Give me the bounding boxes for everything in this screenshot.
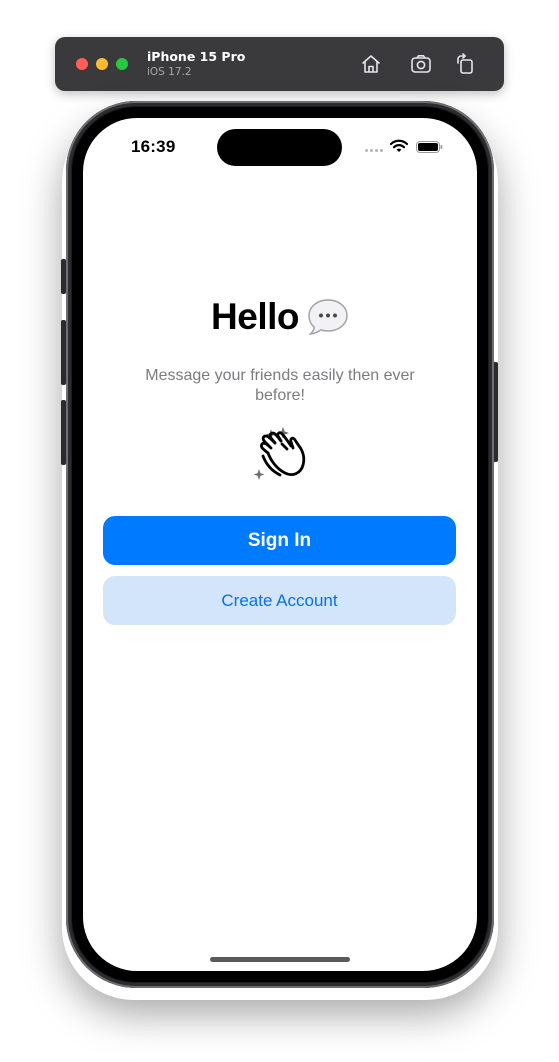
clapping-hands-icon bbox=[253, 427, 306, 480]
battery-icon bbox=[416, 141, 443, 153]
close-window-button[interactable] bbox=[76, 58, 88, 70]
dynamic-island bbox=[217, 129, 342, 166]
cellular-signal-icon bbox=[365, 149, 387, 153]
home-icon[interactable] bbox=[359, 52, 383, 76]
screenshot-icon[interactable] bbox=[409, 52, 433, 76]
wifi-icon bbox=[390, 139, 408, 152]
create-account-button[interactable]: Create Account bbox=[103, 576, 456, 625]
device-name: iPhone 15 Pro bbox=[147, 49, 246, 64]
rotate-icon[interactable] bbox=[454, 52, 478, 76]
simulator-toolbar: iPhone 15 Pro iOS 17.2 bbox=[55, 37, 504, 91]
welcome-title: Hello bbox=[83, 294, 477, 338]
status-time: 16:39 bbox=[131, 137, 176, 156]
welcome-subtitle: Message your friends easily then ever be… bbox=[145, 367, 415, 404]
speech-bubble-icon bbox=[307, 297, 349, 337]
phone-screen: 16:39 Hello Message your friends easily … bbox=[83, 118, 477, 971]
os-version: iOS 17.2 bbox=[147, 66, 192, 78]
home-indicator[interactable] bbox=[210, 957, 350, 962]
sign-in-button[interactable]: Sign In bbox=[103, 516, 456, 565]
welcome-title-text: Hello bbox=[211, 296, 299, 338]
minimize-window-button[interactable] bbox=[96, 58, 108, 70]
zoom-window-button[interactable] bbox=[116, 58, 128, 70]
